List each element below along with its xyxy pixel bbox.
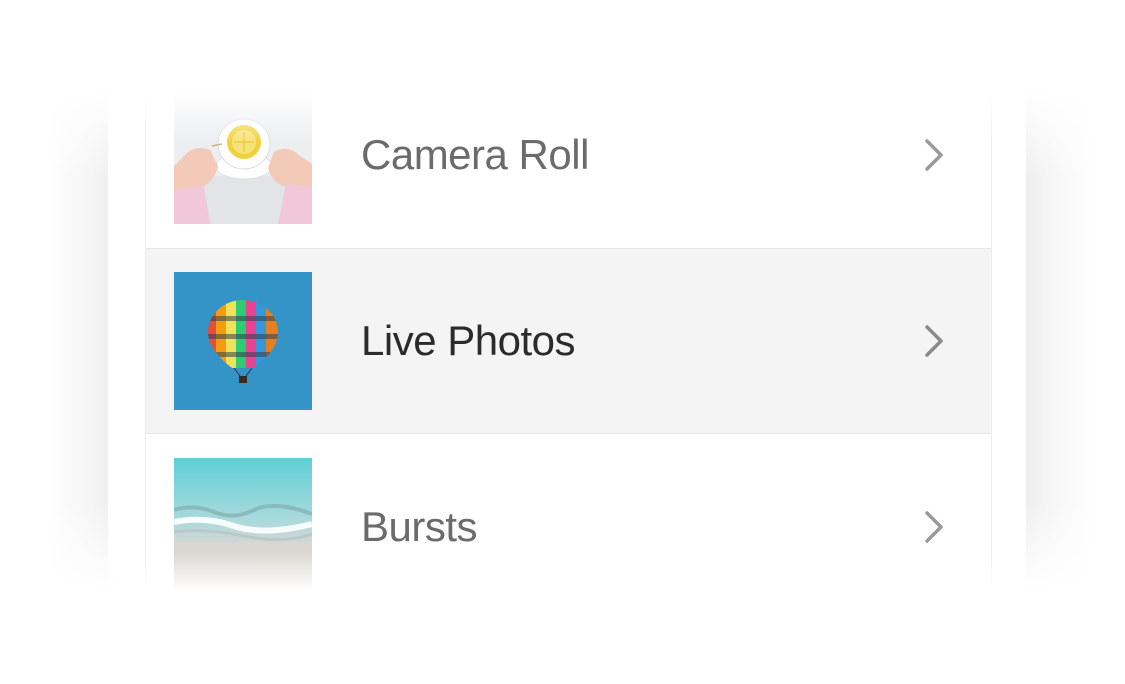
album-row-camera-roll[interactable]: Camera Roll [146,62,991,248]
album-row-live-photos[interactable]: Live Photos [146,248,991,434]
chevron-right-icon [922,137,946,173]
stage: Camera Roll Live Photos Bursts [0,0,1125,684]
tea-cup-thumbnail [174,86,312,224]
chevron-right-icon [922,509,946,545]
album-label: Camera Roll [361,131,589,178]
album-label: Live Photos [361,317,575,364]
chevron-right-icon [922,323,946,359]
album-list: Camera Roll Live Photos Bursts [145,62,992,620]
hot-air-balloon-thumbnail [174,272,312,410]
panel-shadow-left [45,90,115,590]
album-row-bursts[interactable]: Bursts [146,434,991,620]
album-label: Bursts [361,503,478,550]
beach-wave-thumbnail [174,458,312,596]
panel-shadow-right [1024,90,1094,590]
